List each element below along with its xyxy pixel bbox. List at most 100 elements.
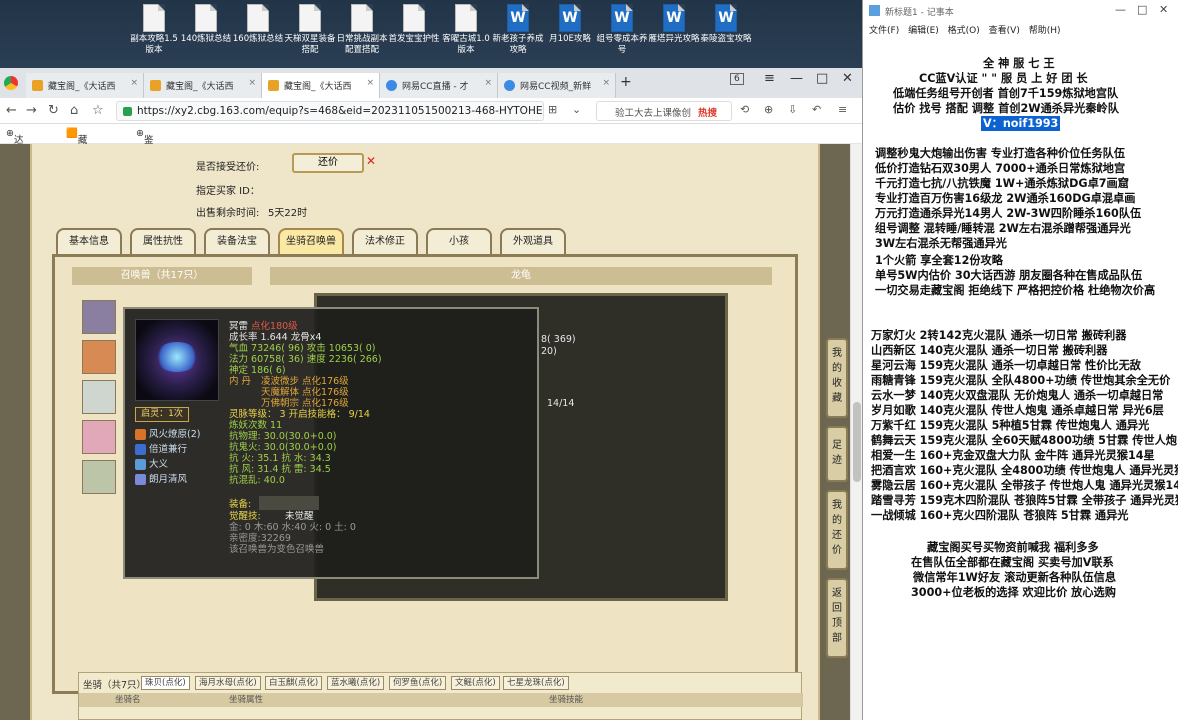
notepad-text-area[interactable]: 全 神 服 七 王 CC蓝V认证 " " 服 员 上 好 团 长低端任务组号开创者…: [863, 38, 1178, 720]
new-tab-button[interactable]: +: [620, 74, 632, 90]
page-scrollbar[interactable]: [850, 144, 862, 720]
close-window-icon[interactable]: ✕: [842, 71, 853, 86]
tab-mounts-summons[interactable]: 坐骑召唤兽: [278, 228, 344, 256]
minimize-icon[interactable]: —: [1115, 3, 1126, 16]
word-document-icon: W: [611, 4, 633, 32]
close-tab-icon[interactable]: ×: [484, 78, 492, 88]
menu-help[interactable]: 帮助(H): [1029, 26, 1061, 36]
browser-logo-icon[interactable]: [4, 76, 18, 90]
notepad-line: 3W左右混杀无帮强通异光: [875, 237, 1007, 250]
resist-line: 抗混乱: 40.0: [229, 475, 285, 486]
maximize-icon[interactable]: □: [816, 71, 828, 86]
desktop-file-icon[interactable]: 天梯双星装备搭配: [284, 4, 336, 56]
browser-tab[interactable]: 藏宝阁_《大话西 ×: [144, 73, 262, 98]
buyer-id-label: 指定买家 ID：: [196, 186, 260, 197]
reload-icon[interactable]: ↻: [48, 103, 59, 118]
close-tab-icon[interactable]: ×: [602, 78, 610, 88]
menu-view[interactable]: 查看(V): [989, 26, 1020, 36]
refresh-alt-icon[interactable]: ⟲: [740, 103, 749, 116]
neidan-item: 万佛朝宗 点化176级: [261, 398, 349, 409]
undo-icon[interactable]: ↶: [812, 103, 821, 116]
cancel-x-icon[interactable]: ✕: [366, 154, 376, 168]
history-button[interactable]: 足迹: [826, 426, 848, 482]
summon-thumb[interactable]: [82, 460, 116, 494]
notepad-line: 3000+位老板的选择 欢迎比价 放心选购: [911, 586, 1116, 599]
browser-tab[interactable]: 藏宝阁_《大话西 ×: [26, 73, 144, 98]
close-tab-icon[interactable]: ×: [366, 78, 374, 88]
mount-tag[interactable]: 何罗鱼(点化): [389, 676, 447, 690]
desktop-file-icon[interactable]: W 月10E攻略: [544, 4, 596, 45]
desktop-file-icon[interactable]: 日常挑战副本配置搭配: [336, 4, 388, 56]
notepad-line: 1个火箭 享全套12份攻略: [875, 254, 1003, 267]
maximize-icon[interactable]: □: [1137, 3, 1147, 16]
detail-stat: 8( 369): [541, 334, 576, 345]
bookmark-item[interactable]: 🟧 藏宝阁_大: [66, 128, 87, 199]
mount-tag[interactable]: 白玉麒(点化): [265, 676, 323, 690]
menu-icon[interactable]: ≡: [764, 71, 775, 86]
scrollbar-thumb[interactable]: [853, 402, 861, 482]
desktop-file-icon[interactable]: W 组号零成本养号: [596, 4, 648, 56]
my-offers-button[interactable]: 我的还价: [826, 490, 848, 570]
mount-tag[interactable]: 文鳐(点化): [451, 676, 500, 690]
summon-thumb[interactable]: [82, 420, 116, 454]
mount-tag[interactable]: 海月水母(点化): [195, 676, 261, 690]
desktop-file-icon[interactable]: 首发宝宝护性: [388, 4, 440, 45]
desktop-file-label: 客曜古城1.0版本: [442, 34, 490, 55]
summon-thumb[interactable]: [82, 340, 116, 374]
menu-file[interactable]: 文件(F): [869, 26, 899, 36]
summon-thumb[interactable]: [82, 380, 116, 414]
bookmark-item[interactable]: ⊕ 鉴宝广场: [136, 128, 153, 188]
hot-search-label[interactable]: 热搜: [698, 105, 717, 119]
desktop-file-icon[interactable]: 客曜古城1.0版本: [440, 4, 492, 56]
extension-icon[interactable]: ⊕: [764, 103, 773, 116]
cc-favicon-icon: [504, 80, 515, 91]
tab-spells[interactable]: 法术修正: [352, 228, 418, 256]
desktop-file-icon[interactable]: 140炼狱总结: [180, 4, 232, 45]
download-icon[interactable]: ⇩: [788, 103, 797, 116]
text-document-icon: [195, 4, 217, 32]
awake-label: 觉醒技:: [229, 511, 261, 522]
desktop-file-icon[interactable]: W 新老孩子养成攻略: [492, 4, 544, 56]
neidan-label: 内 丹: [229, 376, 252, 387]
translate-icon[interactable]: ⊞: [548, 103, 557, 116]
browser-tab[interactable]: 网易CC直播 - 才 ×: [380, 73, 498, 98]
url-input[interactable]: https://xy2.cbg.163.com/equip?s=468&eid=…: [116, 101, 544, 121]
minimize-icon[interactable]: —: [790, 71, 803, 86]
mount-tag[interactable]: 蓝水曦(点化): [327, 676, 385, 690]
menu-format[interactable]: 格式(O): [948, 26, 980, 36]
back-icon[interactable]: ←: [6, 103, 17, 118]
favorites-button[interactable]: 我的收藏: [826, 338, 848, 418]
mount-tag[interactable]: 七星龙珠(点化): [503, 676, 569, 690]
browser-tab[interactable]: 网易CC视频_新鲜 ×: [498, 73, 616, 98]
dropdown-icon[interactable]: ⌄: [572, 103, 581, 116]
desktop-file-icon[interactable]: 160炼狱总结: [232, 4, 284, 45]
address-bar-row: ← → ↻ ⌂ ☆ https://xy2.cbg.163.com/equip?…: [0, 98, 862, 124]
notepad-line: 微信常年1W好友 滚动更新各种队伍信息: [913, 571, 1117, 584]
bookmark-star-icon[interactable]: ☆: [92, 103, 104, 118]
tab-basic-info[interactable]: 基本信息: [56, 228, 122, 256]
mount-tag[interactable]: 珠贝(点化): [141, 676, 190, 690]
hp-line: 气血 73246( 96) 攻击 10653( 0): [229, 343, 376, 354]
home-icon[interactable]: ⌂: [70, 103, 78, 118]
bookmark-item[interactable]: ⊕ 达人后台: [6, 128, 23, 188]
close-tab-icon[interactable]: ×: [130, 78, 138, 88]
tab-count-badge[interactable]: 6: [730, 73, 744, 85]
settings-icon[interactable]: ≡: [838, 103, 847, 116]
menu-edit[interactable]: 编辑(E): [908, 26, 939, 36]
tab-equipment[interactable]: 装备法宝: [204, 228, 270, 256]
summon-thumb[interactable]: [82, 300, 116, 334]
tab-appearance[interactable]: 外观道具: [500, 228, 566, 256]
reprice-button[interactable]: 还价: [292, 153, 364, 173]
back-to-top-button[interactable]: 返回顶部: [826, 578, 848, 658]
desktop-file-icon[interactable]: W 秦陵盗宝攻略: [700, 4, 752, 45]
remaining-time-value: 5天22时: [268, 208, 308, 219]
browser-tab-active[interactable]: 藏宝阁_《大话西 ×: [262, 73, 380, 98]
equip-slots: [259, 496, 319, 510]
desktop-file-icon[interactable]: W 雁塔异光攻略: [648, 4, 700, 45]
close-window-icon[interactable]: ✕: [1159, 3, 1168, 16]
tab-children[interactable]: 小孩: [426, 228, 492, 256]
close-tab-icon[interactable]: ×: [248, 78, 256, 88]
tab-attributes[interactable]: 属性抗性: [130, 228, 196, 256]
forward-icon[interactable]: →: [26, 103, 37, 118]
desktop-file-icon[interactable]: 副本攻略1.5版本: [128, 4, 180, 56]
